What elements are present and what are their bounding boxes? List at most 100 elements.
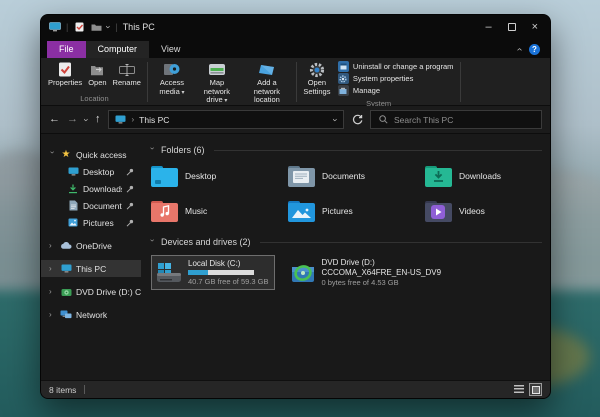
pictures-folder-icon	[288, 201, 315, 222]
videos-folder-icon	[425, 201, 452, 222]
folder-tile-downloads[interactable]: Downloads	[425, 162, 551, 190]
divider	[84, 385, 85, 394]
sidebar-item-pictures[interactable]: Pictures	[41, 214, 141, 231]
sidebar-item-label: Quick access	[76, 150, 127, 160]
map-network-drive-button[interactable]: Map network drive	[193, 59, 241, 107]
navigation-pane: ★ Quick access Desktop Downloads	[41, 134, 141, 380]
open-icon	[90, 61, 104, 78]
chevron-right-icon[interactable]	[49, 241, 56, 250]
access-media-button[interactable]: Access media	[151, 59, 193, 99]
picture-icon	[67, 217, 79, 229]
sidebar-item-label: This PC	[76, 264, 106, 274]
drive-tile-dvd-d[interactable]: DVD Drive (D:) CCCOMA_X64FRE_EN-US_DV9 0…	[287, 255, 447, 290]
folder-tile-desktop[interactable]: Desktop	[151, 162, 288, 190]
sidebar-item-desktop[interactable]: Desktop	[41, 163, 141, 180]
sidebar-item-label: Pictures	[83, 218, 114, 228]
folder-tile-pictures[interactable]: Pictures	[288, 197, 425, 225]
sidebar-item-label: Downloads	[83, 184, 122, 194]
capacity-bar	[188, 270, 254, 275]
folder-label: Documents	[322, 171, 365, 181]
system-properties-icon	[338, 73, 349, 84]
devices-section-header[interactable]: Devices and drives (2)	[149, 235, 542, 249]
minimize-button[interactable]: –	[485, 22, 491, 33]
back-button[interactable]: ←	[49, 114, 60, 125]
sidebar-item-dvd-drive[interactable]: DVD Drive (D:) CCCO	[41, 283, 141, 300]
search-input[interactable]	[394, 115, 535, 125]
add-network-location-button[interactable]: Add a network location	[241, 59, 293, 107]
drive-tile-local-disk-c[interactable]: Local Disk (C:) 40.7 GB free of 59.3 GB	[151, 255, 275, 290]
tab-computer[interactable]: Computer	[86, 41, 150, 58]
folders-section-header[interactable]: Folders (6)	[149, 143, 542, 157]
menu-item-label: System properties	[353, 74, 413, 83]
chevron-right-icon[interactable]	[49, 287, 56, 296]
breadcrumb[interactable]: This PC	[139, 115, 169, 125]
folder-icon[interactable]	[90, 21, 102, 33]
section-header-label: Devices and drives (2)	[161, 237, 251, 247]
this-pc-icon	[115, 114, 127, 126]
collapse-ribbon-icon[interactable]: ›	[514, 48, 525, 51]
document-icon	[67, 200, 79, 212]
sidebar-item-this-pc[interactable]: This PC	[41, 260, 141, 277]
folder-tile-videos[interactable]: Videos	[425, 197, 551, 225]
chevron-right-icon[interactable]	[49, 264, 56, 273]
open-button[interactable]: Open	[85, 59, 109, 90]
ribbon-divider	[296, 62, 297, 102]
close-button[interactable]: ×	[532, 22, 538, 33]
properties-quick-icon[interactable]	[73, 21, 85, 33]
folder-label: Pictures	[322, 206, 353, 216]
folder-tile-documents[interactable]: Documents	[288, 162, 425, 190]
gear-icon	[309, 61, 325, 78]
tab-view[interactable]: View	[149, 41, 192, 58]
folder-label: Videos	[459, 206, 485, 216]
uninstall-program-button[interactable]: Uninstall or change a program	[336, 61, 455, 72]
sidebar-item-network[interactable]: Network	[41, 306, 141, 323]
large-icons-view-button[interactable]	[529, 383, 542, 396]
recent-locations-icon[interactable]: ›	[82, 118, 92, 121]
separator: |	[66, 22, 68, 32]
forward-button[interactable]: →	[67, 114, 78, 125]
manage-icon	[338, 85, 349, 96]
chevron-down-icon[interactable]: ›	[104, 26, 114, 29]
folder-label: Music	[185, 206, 207, 216]
sidebar-item-downloads[interactable]: Downloads	[41, 180, 141, 197]
address-bar[interactable]: › This PC ›	[108, 110, 345, 129]
sidebar-item-quick-access[interactable]: ★ Quick access	[41, 146, 141, 163]
cloud-icon	[60, 240, 72, 252]
breadcrumb-separator: ›	[132, 115, 135, 124]
capacity-bar-fill	[188, 270, 208, 275]
ribbon-group-system: Open Settings Uninstall or change a prog…	[300, 59, 457, 105]
drive-free-space: 40.7 GB free of 59.3 GB	[188, 277, 268, 286]
ribbon-divider	[460, 62, 461, 102]
open-settings-button[interactable]: Open Settings	[300, 59, 334, 98]
chevron-down-icon[interactable]	[148, 239, 157, 246]
tab-file[interactable]: File	[47, 41, 86, 58]
access-media-icon	[163, 61, 180, 78]
details-view-button[interactable]	[512, 383, 525, 396]
chevron-down-icon[interactable]	[48, 151, 57, 158]
folder-tile-music[interactable]: Music	[151, 197, 288, 225]
separator: |	[115, 22, 117, 32]
chevron-down-icon[interactable]	[148, 147, 157, 154]
properties-button[interactable]: Properties	[45, 59, 85, 90]
title-bar[interactable]: | › | This PC – ×	[41, 15, 550, 39]
rename-button[interactable]: Rename	[110, 59, 144, 90]
ribbon-divider	[147, 62, 148, 102]
search-box[interactable]	[370, 110, 542, 129]
sidebar-item-documents[interactable]: Documents	[41, 197, 141, 214]
refresh-icon[interactable]	[351, 114, 363, 126]
divider	[260, 242, 542, 243]
help-icon[interactable]: ?	[529, 44, 540, 55]
add-network-location-icon	[258, 61, 276, 78]
system-properties-button[interactable]: System properties	[336, 73, 455, 84]
item-count: 8 items	[49, 385, 76, 395]
manage-button[interactable]: Manage	[336, 85, 455, 96]
folders-grid: Desktop Documents	[151, 162, 542, 225]
sidebar-item-onedrive[interactable]: OneDrive	[41, 237, 141, 254]
pin-icon	[126, 185, 134, 193]
map-network-drive-icon	[208, 61, 226, 78]
maximize-button[interactable]	[508, 23, 516, 31]
chevron-right-icon[interactable]	[49, 310, 56, 319]
address-dropdown-icon[interactable]: ›	[331, 118, 341, 121]
up-button[interactable]: ↑	[95, 114, 101, 125]
star-icon: ★	[60, 149, 72, 161]
